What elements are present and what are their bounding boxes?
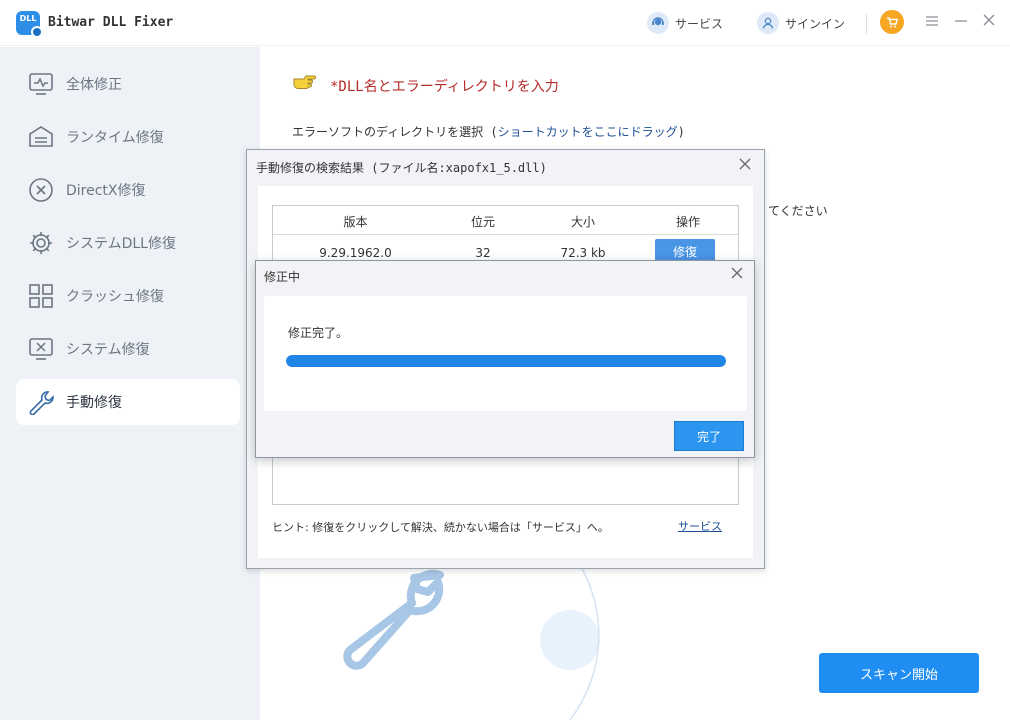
status-message: 修正完了。 xyxy=(288,326,349,340)
sidebar-item-system-dll-repair[interactable]: システムDLL修復 xyxy=(16,220,240,266)
sidebar-item-label: DirectX修復 xyxy=(66,183,146,199)
header-divider xyxy=(866,14,867,34)
sidebar-item-label: システムDLL修復 xyxy=(66,236,176,252)
directx-x-icon xyxy=(28,177,54,203)
hint-text: ヒント: 修復をクリックして解決、続かない場合は「サービス」へ。 xyxy=(272,521,609,534)
repair-progress-dialog: 修正中 修正完了。 完了 xyxy=(255,260,755,458)
service-label: サービス xyxy=(675,16,724,31)
grid-icon xyxy=(28,283,54,309)
progress-bar-fill xyxy=(286,355,726,367)
sidebar-item-system-repair[interactable]: システム修復 xyxy=(16,326,240,372)
sidebar-item-crash-repair[interactable]: クラッシュ修復 xyxy=(16,273,240,319)
close-icon[interactable] xyxy=(736,156,754,174)
runtime-layers-icon xyxy=(28,124,54,150)
monitor-pulse-icon xyxy=(28,71,54,97)
sidebar-item-label: クラッシュ修復 xyxy=(66,289,164,305)
column-header-bits: 位元 xyxy=(470,215,495,229)
column-header-version: 版本 xyxy=(343,215,368,229)
sidebar-item-manual-repair[interactable]: 手動修復 xyxy=(16,379,240,425)
support-agent-icon xyxy=(647,12,669,34)
app-logo: DLL xyxy=(16,11,43,38)
table-header: 版本 位元 大小 操作 xyxy=(273,206,738,235)
page-heading: *DLL名とエラーディレクトリを入力 xyxy=(330,79,559,95)
minimize-icon[interactable] xyxy=(951,12,971,32)
scan-start-button[interactable]: スキャン開始 xyxy=(819,653,979,693)
signin-label: サインイン xyxy=(785,16,846,31)
sidebar-item-label: システム修復 xyxy=(66,342,150,358)
menu-icon[interactable] xyxy=(922,12,942,32)
sidebar-item-runtime-repair[interactable]: ランタイム修復 xyxy=(16,114,240,160)
sidebar-item-directx-repair[interactable]: DirectX修復 xyxy=(16,167,240,213)
dialog-title: 手動修復の検索結果 (ファイル名:xapofx1_5.dll) xyxy=(256,161,547,175)
sidebar-item-label: ランタイム修復 xyxy=(66,130,164,146)
instruction-text: エラーソフトのディレクトリを選択 (ショートカットをここにドラッグ) xyxy=(292,125,685,139)
cart-icon[interactable] xyxy=(880,10,904,34)
row-version: 9.29.1962.0 xyxy=(319,246,392,260)
pointing-hand-icon xyxy=(293,75,316,89)
sidebar-item-label: 手動修復 xyxy=(66,395,122,411)
row-size: 72.3 kb xyxy=(560,246,606,260)
close-icon[interactable] xyxy=(728,265,746,283)
progress-bar xyxy=(286,355,726,367)
user-icon xyxy=(757,12,779,34)
sidebar-item-label: 全体修正 xyxy=(66,77,122,93)
service-link[interactable]: サービス xyxy=(678,518,722,534)
title-bar: DLL Bitwar DLL Fixer サービス サインイン xyxy=(0,0,1010,46)
app-title: Bitwar DLL Fixer xyxy=(48,15,174,30)
header-service-button[interactable]: サービス xyxy=(647,11,723,35)
done-button[interactable]: 完了 xyxy=(674,421,744,451)
monitor-x-icon xyxy=(28,336,54,362)
sidebar: 全体修正 ランタイム修復 DirectX修復 システムDLL修復 クラッシュ修復… xyxy=(0,47,260,720)
close-window-icon[interactable] xyxy=(979,12,999,32)
dialog-title: 修正中 xyxy=(264,270,301,284)
wrench-icon xyxy=(28,389,54,415)
column-header-size: 大小 xyxy=(570,215,595,229)
dialog-body: 修正完了。 xyxy=(264,296,747,411)
sidebar-item-full-repair[interactable]: 全体修正 xyxy=(16,61,240,107)
instruction-text-partial: てください xyxy=(768,204,828,218)
row-bits: 32 xyxy=(475,246,491,260)
column-header-action: 操作 xyxy=(675,215,700,229)
header-signin-button[interactable]: サインイン xyxy=(757,11,845,35)
gear-icon xyxy=(28,230,54,256)
